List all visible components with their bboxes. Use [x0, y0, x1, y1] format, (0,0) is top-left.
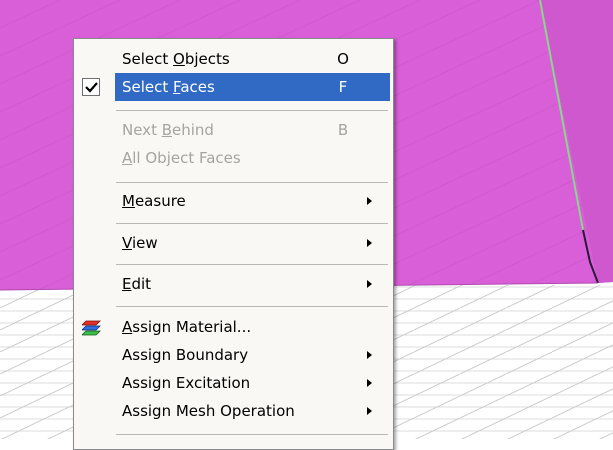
menu-separator — [116, 264, 388, 265]
submenu-arrow-icon — [367, 197, 372, 205]
menu-item-assign-mesh-operation[interactable]: Assign Mesh Operation — [77, 397, 390, 425]
menu-item-next-behind: Next Behind B — [77, 116, 390, 144]
menu-item-label: Assign Mesh Operation — [122, 402, 295, 420]
menu-item-select-faces[interactable]: Select Faces F — [77, 73, 390, 101]
menu-item-view[interactable]: View — [77, 229, 390, 257]
menu-separator — [116, 182, 388, 183]
menu-item-label: Edit — [122, 275, 152, 293]
menu-item-assign-material[interactable]: Assign Material... — [77, 313, 390, 341]
menu-item-assign-boundary[interactable]: Assign Boundary — [77, 341, 390, 369]
menu-item-shortcut: F — [338, 78, 348, 96]
menu-item-select-objects[interactable]: Select Objects O — [77, 45, 390, 73]
menu-item-label: All Object Faces — [122, 149, 241, 167]
submenu-arrow-icon — [367, 379, 372, 387]
menu-separator — [116, 434, 388, 435]
checkmark-icon — [82, 78, 100, 96]
menu-item-label: Assign Boundary — [122, 346, 249, 364]
menu-separator — [116, 223, 388, 224]
menu-item-label: Assign Excitation — [122, 374, 251, 392]
menu-item-shortcut: B — [337, 121, 349, 139]
menu-item-edit[interactable]: Edit — [77, 270, 390, 298]
menu-item-all-object-faces: All Object Faces — [77, 144, 390, 172]
menu-item-label: View — [122, 234, 158, 252]
menu-item-measure[interactable]: Measure — [77, 187, 390, 215]
submenu-arrow-icon — [367, 280, 372, 288]
submenu-arrow-icon — [367, 407, 372, 415]
menu-item-label: Next Behind — [122, 121, 214, 139]
submenu-arrow-icon — [367, 239, 372, 247]
menu-item-label: Select Faces — [122, 78, 215, 96]
menu-item-shortcut: O — [337, 50, 349, 68]
assign-material-icon — [81, 318, 102, 336]
menu-separator — [116, 306, 388, 307]
context-menu: Select Objects O Select Faces F Next Beh… — [73, 38, 394, 450]
menu-item-assign-excitation[interactable]: Assign Excitation — [77, 369, 390, 397]
menu-separator — [116, 110, 388, 111]
submenu-arrow-icon — [367, 351, 372, 359]
menu-item-label: Assign Material... — [122, 318, 252, 336]
menu-item-label: Select Objects — [122, 50, 230, 68]
menu-item-label: Measure — [122, 192, 186, 210]
